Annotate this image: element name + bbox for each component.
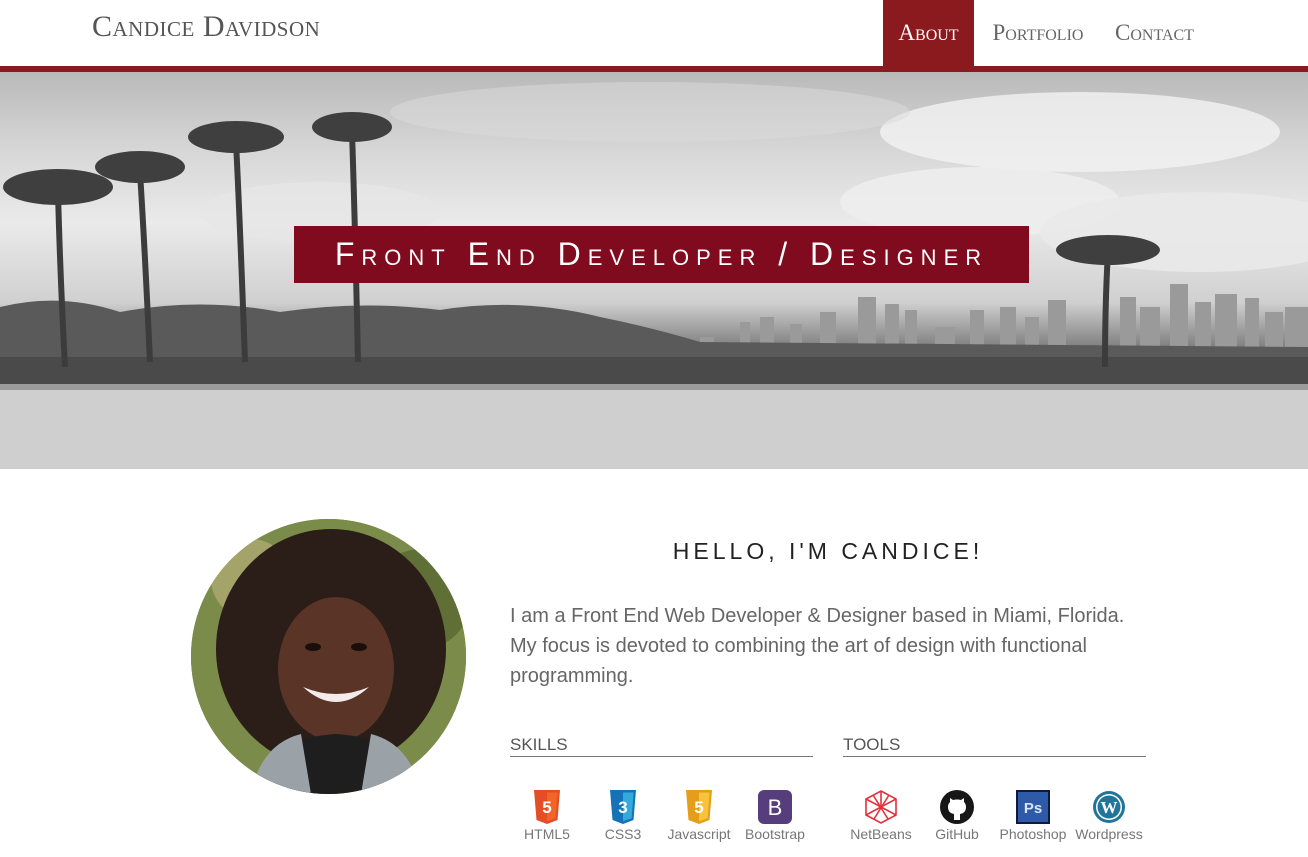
svg-text:5: 5 [542, 798, 551, 817]
skill-label: HTML5 [524, 826, 570, 842]
tool-netbeans: NetBeans [843, 790, 919, 842]
profile-photo [191, 519, 466, 794]
skill-label: Bootstrap [745, 826, 805, 842]
about-greeting: HELLO, I'M CANDICE! [672, 538, 984, 564]
nav-portfolio[interactable]: Portfolio [974, 0, 1102, 66]
hero-title: Front End Developer / Designer [294, 226, 1029, 283]
nav-contact[interactable]: Contact [1102, 0, 1308, 66]
tool-label: Wordpress [1075, 826, 1143, 842]
photoshop-icon: Ps [1016, 790, 1050, 824]
skill-javascript: 5 Javascript [661, 790, 737, 842]
css3-icon: 3 [606, 790, 640, 824]
svg-text:Ps: Ps [1024, 800, 1042, 817]
tool-photoshop: Ps Photoshop [995, 790, 1071, 842]
svg-text:3: 3 [618, 798, 627, 817]
svg-text:W: W [1101, 798, 1118, 817]
html5-icon: 5 [530, 790, 564, 824]
tool-wordpress: W Wordpress [1071, 790, 1147, 842]
tool-label: NetBeans [850, 826, 912, 842]
wordpress-icon: W [1092, 790, 1126, 824]
tools-heading: TOOLS [843, 735, 1146, 757]
github-icon [940, 790, 974, 824]
tool-github: GitHub [919, 790, 995, 842]
main-nav: About Portfolio Contact [883, 0, 1308, 66]
skill-label: CSS3 [604, 826, 642, 842]
skill-label: Javascript [667, 826, 731, 842]
netbeans-icon [864, 790, 898, 824]
skills-heading: SKILLS [510, 735, 813, 757]
skill-bootstrap: B Bootstrap [737, 790, 813, 842]
bootstrap-icon: B [758, 790, 792, 824]
skill-css3: 3 CSS3 [585, 790, 661, 842]
tool-label: Photoshop [999, 826, 1067, 842]
svg-text:B: B [768, 795, 783, 820]
profile-portrait-image [191, 519, 466, 794]
hero-banner: Front End Developer / Designer [0, 72, 1308, 469]
about-bio: I am a Front End Web Developer & Designe… [510, 605, 1125, 687]
tool-label: GitHub [935, 826, 979, 842]
skill-html5: 5 HTML5 [509, 790, 585, 842]
javascript-icon: 5 [682, 790, 716, 824]
nav-about[interactable]: About [883, 0, 974, 66]
site-brand[interactable]: Candice Davidson [92, 10, 320, 44]
site-header: Candice Davidson About Portfolio Contact [0, 0, 1308, 66]
svg-text:5: 5 [694, 798, 703, 817]
